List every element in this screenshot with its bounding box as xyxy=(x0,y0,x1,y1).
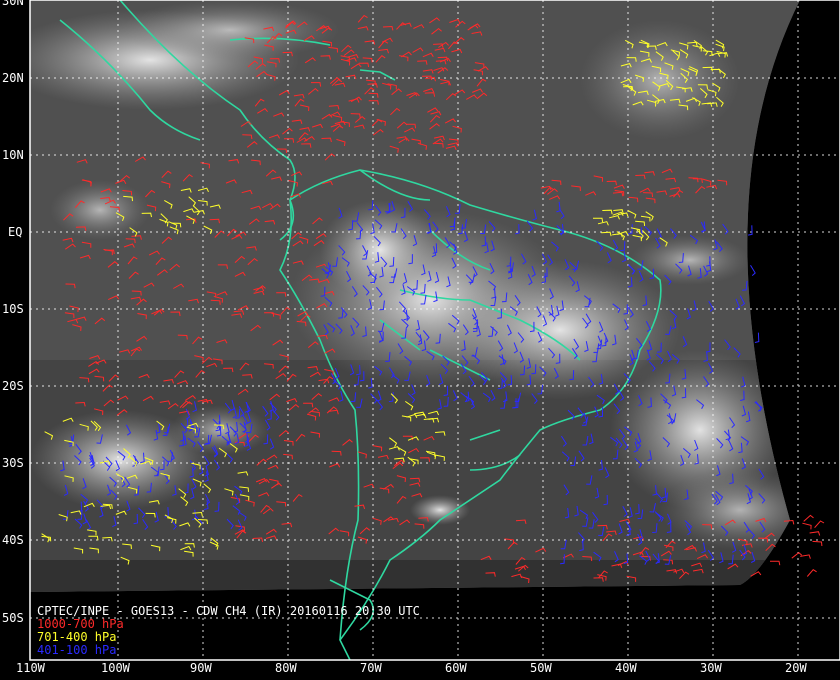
wind-barb xyxy=(803,514,814,522)
lon-label-110w: 110W xyxy=(16,661,45,675)
lon-label-60w: 60W xyxy=(445,661,467,675)
cloud-layer xyxy=(30,0,800,592)
lat-label-10n: 10N xyxy=(2,148,24,162)
wind-barb xyxy=(800,554,811,559)
lat-label-40s: 40S xyxy=(2,533,24,547)
lon-label-100w: 100W xyxy=(101,661,130,675)
wind-barb xyxy=(814,520,825,529)
lat-label-eq: EQ xyxy=(8,225,23,239)
wind-barb xyxy=(806,569,817,577)
lon-label-20w: 20W xyxy=(785,661,807,675)
wind-barb xyxy=(802,522,812,530)
wind-barb xyxy=(809,531,821,536)
wind-barb xyxy=(769,560,781,566)
lat-label-30n: 30N xyxy=(2,0,24,8)
lon-label-30w: 30W xyxy=(700,661,722,675)
legend-high-level: 401-100 hPa xyxy=(37,643,117,657)
wind-barb xyxy=(812,540,823,547)
wind-barb xyxy=(750,265,756,276)
lat-label-30s: 30S xyxy=(2,456,24,470)
lon-label-90w: 90W xyxy=(190,661,212,675)
lon-label-70w: 70W xyxy=(360,661,382,675)
wind-barb xyxy=(748,225,753,236)
wind-barb xyxy=(791,551,803,559)
lat-label-50s: 50S xyxy=(2,611,24,625)
lat-label-20n: 20N xyxy=(2,71,24,85)
lat-label-10s: 10S xyxy=(2,302,24,316)
wind-barb xyxy=(754,332,760,343)
lon-label-80w: 80W xyxy=(275,661,297,675)
satellite-map-frame: 30N 20N 10N EQ 10S 20S 30S 40S 50S 110W … xyxy=(0,0,840,680)
satellite-map xyxy=(29,0,840,661)
lon-label-40w: 40W xyxy=(615,661,637,675)
lat-label-20s: 20S xyxy=(2,379,24,393)
lon-label-50w: 50W xyxy=(530,661,552,675)
